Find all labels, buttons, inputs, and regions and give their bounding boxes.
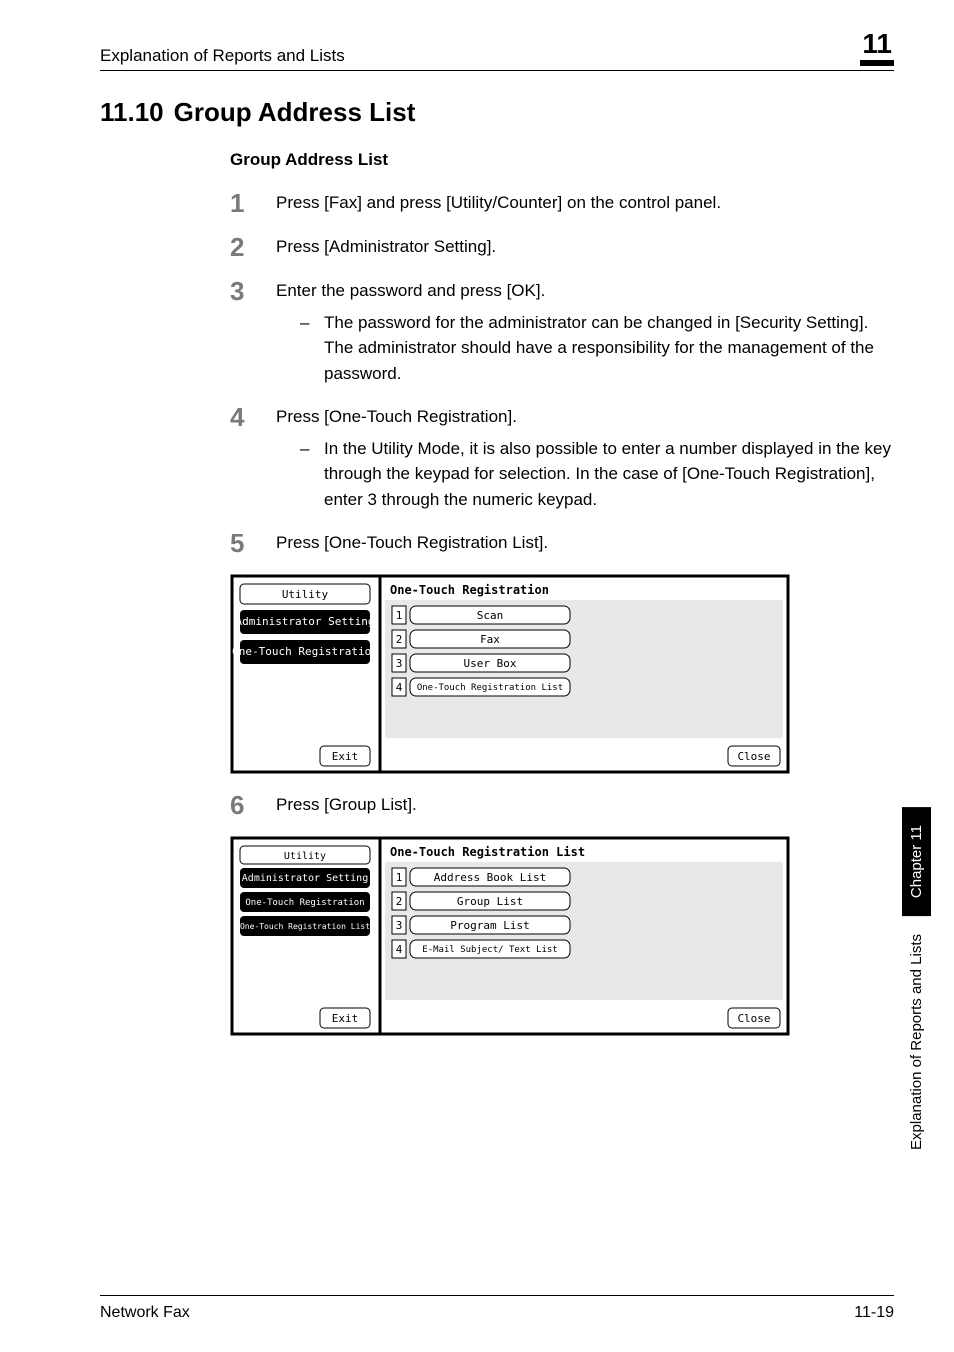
admin-setting-label: Administrator Setting — [242, 873, 368, 884]
step-sub-text: The password for the administrator can b… — [324, 310, 894, 387]
dash-icon: – — [300, 436, 324, 513]
menu-item-program-list[interactable]: Program List — [450, 919, 529, 932]
side-label: Chapter 11 Explanation of Reports and Li… — [896, 540, 936, 1160]
menu-item-address-book[interactable]: Address Book List — [434, 871, 547, 884]
page-header: Explanation of Reports and Lists 11 — [100, 30, 894, 71]
svg-text:2: 2 — [396, 633, 403, 646]
side-title: Explanation of Reports and Lists — [908, 924, 925, 1160]
one-touch-registration-label: One-Touch Registration — [245, 898, 364, 908]
step-text: Press [Fax] and press [Utility/Counter] … — [276, 190, 894, 216]
menu-item-group-list[interactable]: Group List — [457, 895, 523, 908]
menu-item-scan[interactable]: Scan — [477, 609, 504, 622]
step-text: Press [One-Touch Registration]. — [276, 404, 894, 430]
side-chapter: Chapter 11 — [902, 807, 931, 916]
step-2: 2 Press [Administrator Setting]. — [230, 234, 894, 260]
step-6: 6 Press [Group List]. — [230, 792, 894, 818]
svg-text:3: 3 — [396, 657, 403, 670]
header-title: Explanation of Reports and Lists — [100, 46, 345, 66]
utility-label: Utility — [284, 851, 326, 862]
step-number: 5 — [230, 530, 276, 556]
menu-item-registration-list[interactable]: One-Touch Registration List — [417, 683, 563, 693]
menu-item-fax[interactable]: Fax — [480, 633, 500, 646]
screenshot-registration-list: Utility Administrator Setting One-Touch … — [230, 836, 894, 1036]
exit-button[interactable]: Exit — [332, 750, 359, 763]
step-5: 5 Press [One-Touch Registration List]. — [230, 530, 894, 556]
step-1: 1 Press [Fax] and press [Utility/Counter… — [230, 190, 894, 216]
menu-item-userbox[interactable]: User Box — [464, 657, 517, 670]
step-text: Press [One-Touch Registration List]. — [276, 530, 894, 556]
panel-title: One-Touch Registration List — [390, 845, 585, 859]
step-number: 3 — [230, 278, 276, 304]
step-sub: – The password for the administrator can… — [300, 310, 894, 387]
step-sub: – In the Utility Mode, it is also possib… — [300, 436, 894, 513]
svg-text:3: 3 — [396, 919, 403, 932]
dash-icon: – — [300, 310, 324, 387]
one-touch-registration-label: One-Touch Registration — [232, 645, 378, 658]
step-number: 1 — [230, 190, 276, 216]
svg-text:2: 2 — [396, 895, 403, 908]
step-4: 4 Press [One-Touch Registration]. – In t… — [230, 404, 894, 512]
svg-text:4: 4 — [396, 681, 403, 694]
svg-text:1: 1 — [396, 871, 403, 884]
exit-button[interactable]: Exit — [332, 1012, 359, 1025]
svg-text:4: 4 — [396, 943, 403, 956]
step-number: 6 — [230, 792, 276, 818]
step-text: Press [Administrator Setting]. — [276, 234, 894, 260]
screenshot-one-touch-registration: Utility Administrator Setting One-Touch … — [230, 574, 894, 774]
section-number: 11.10 — [100, 97, 164, 127]
page-footer: Network Fax 11-19 — [100, 1295, 894, 1322]
step-text: Enter the password and press [OK]. — [276, 278, 894, 304]
registration-list-label: One-Touch Registration List — [240, 922, 370, 931]
step-number: 4 — [230, 404, 276, 430]
chapter-number-badge: 11 — [860, 30, 894, 66]
close-button[interactable]: Close — [737, 1012, 770, 1025]
footer-right: 11-19 — [854, 1304, 894, 1322]
step-sub-text: In the Utility Mode, it is also possible… — [324, 436, 894, 513]
menu-item-email-list[interactable]: E-Mail Subject/ Text List — [422, 945, 557, 955]
utility-label: Utility — [282, 588, 329, 601]
step-text: Press [Group List]. — [276, 792, 894, 818]
close-button[interactable]: Close — [737, 750, 770, 763]
subsection-title: Group Address List — [230, 150, 894, 170]
section-title: Group Address List — [174, 97, 416, 127]
step-number: 2 — [230, 234, 276, 260]
admin-setting-label: Administrator Setting — [235, 615, 374, 628]
section-heading: 11.10 Group Address List — [100, 97, 894, 128]
panel-title: One-Touch Registration — [390, 583, 549, 597]
footer-left: Network Fax — [100, 1304, 190, 1322]
step-3: 3 Enter the password and press [OK]. – T… — [230, 278, 894, 386]
svg-text:1: 1 — [396, 609, 403, 622]
